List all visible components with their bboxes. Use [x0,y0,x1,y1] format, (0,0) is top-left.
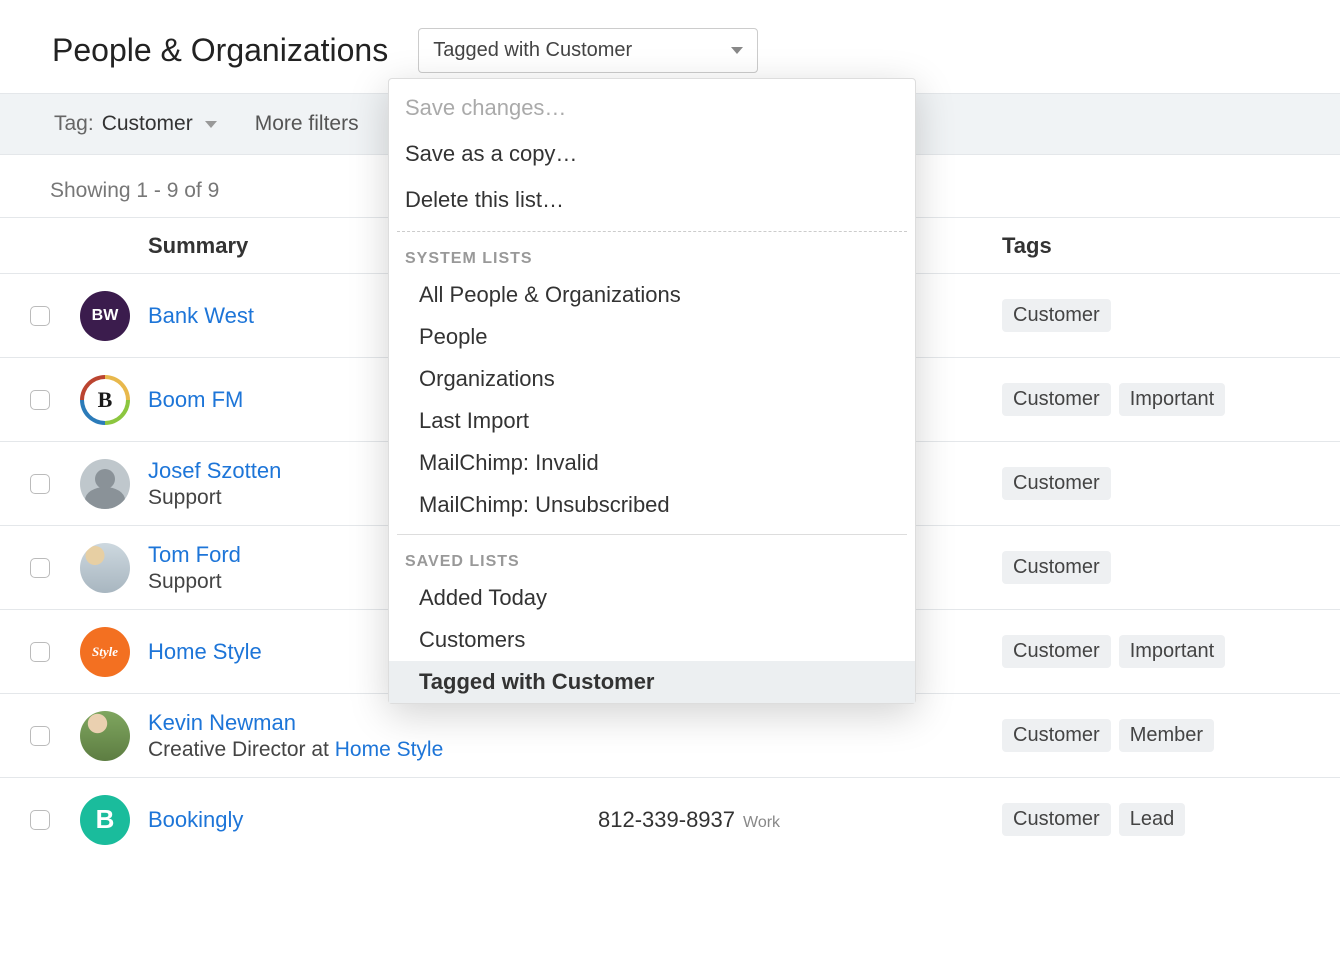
dropdown-system-item[interactable]: All People & Organizations [389,274,915,316]
dropdown-saved-item[interactable]: Tagged with Customer [389,661,915,703]
dropdown-saved-item[interactable]: Customers [389,619,915,661]
avatar: Style [80,627,130,677]
avatar [80,543,130,593]
caret-down-icon [731,47,743,54]
row-checkbox[interactable] [30,306,50,326]
tag-chip[interactable]: Member [1119,719,1214,752]
row-checkbox[interactable] [30,642,50,662]
tag-chip[interactable]: Lead [1119,803,1186,836]
contact-org-link[interactable]: Home Style [335,738,444,761]
dropdown-saved-item[interactable]: Added Today [389,577,915,619]
row-checkbox[interactable] [30,810,50,830]
avatar [80,711,130,761]
phone-number: 812-339-8937 [598,807,735,832]
page-title: People & Organizations [52,32,388,69]
tag-chip[interactable]: Customer [1002,467,1111,500]
list-dropdown-trigger[interactable]: Tagged with Customer [418,28,758,73]
column-header-tags[interactable]: Tags [1002,233,1340,259]
list-dropdown-panel: Save changes… Save as a copy… Delete thi… [388,78,916,704]
avatar: B [80,795,130,845]
dropdown-system-item[interactable]: People [389,316,915,358]
table-row: B Bookingly 812-339-8937 Work CustomerLead [0,777,1340,861]
filter-tag-value: Customer [102,112,193,136]
contact-subtitle: Creative Director at Home Style [148,738,578,762]
avatar [80,459,130,509]
list-dropdown-label: Tagged with Customer [433,39,632,62]
dropdown-save-copy[interactable]: Save as a copy… [389,131,915,177]
dropdown-system-item[interactable]: Organizations [389,358,915,400]
row-checkbox[interactable] [30,558,50,578]
dropdown-system-item[interactable]: MailChimp: Unsubscribed [389,484,915,526]
tag-chip[interactable]: Customer [1002,551,1111,584]
contact-name-link[interactable]: Bookingly [148,807,578,833]
filter-tag[interactable]: Tag: Customer [54,112,217,136]
filter-tag-label: Tag: [54,112,94,136]
dropdown-heading-system: SYSTEM LISTS [389,240,915,274]
row-checkbox[interactable] [30,726,50,746]
dropdown-heading-saved: SAVED LISTS [389,543,915,577]
tag-chip[interactable]: Customer [1002,299,1111,332]
contact-name-link[interactable]: Kevin Newman [148,710,578,736]
chevron-down-icon [205,121,217,128]
tag-chip[interactable]: Important [1119,635,1225,668]
divider [397,231,907,232]
tag-chip[interactable]: Customer [1002,635,1111,668]
tag-chip[interactable]: Important [1119,383,1225,416]
avatar: BW [80,291,130,341]
tag-chip[interactable]: Customer [1002,803,1111,836]
row-checkbox[interactable] [30,390,50,410]
row-checkbox[interactable] [30,474,50,494]
dropdown-save-changes: Save changes… [389,85,915,131]
tag-chip[interactable]: Customer [1002,719,1111,752]
divider [397,534,907,535]
more-filters-button[interactable]: More filters [255,112,359,136]
table-row: Kevin NewmanCreative Director at Home St… [0,693,1340,777]
tag-chip[interactable]: Customer [1002,383,1111,416]
avatar [80,375,130,425]
dropdown-system-item[interactable]: Last Import [389,400,915,442]
dropdown-system-item[interactable]: MailChimp: Invalid [389,442,915,484]
dropdown-delete-list[interactable]: Delete this list… [389,177,915,223]
phone-type: Work [743,814,780,831]
